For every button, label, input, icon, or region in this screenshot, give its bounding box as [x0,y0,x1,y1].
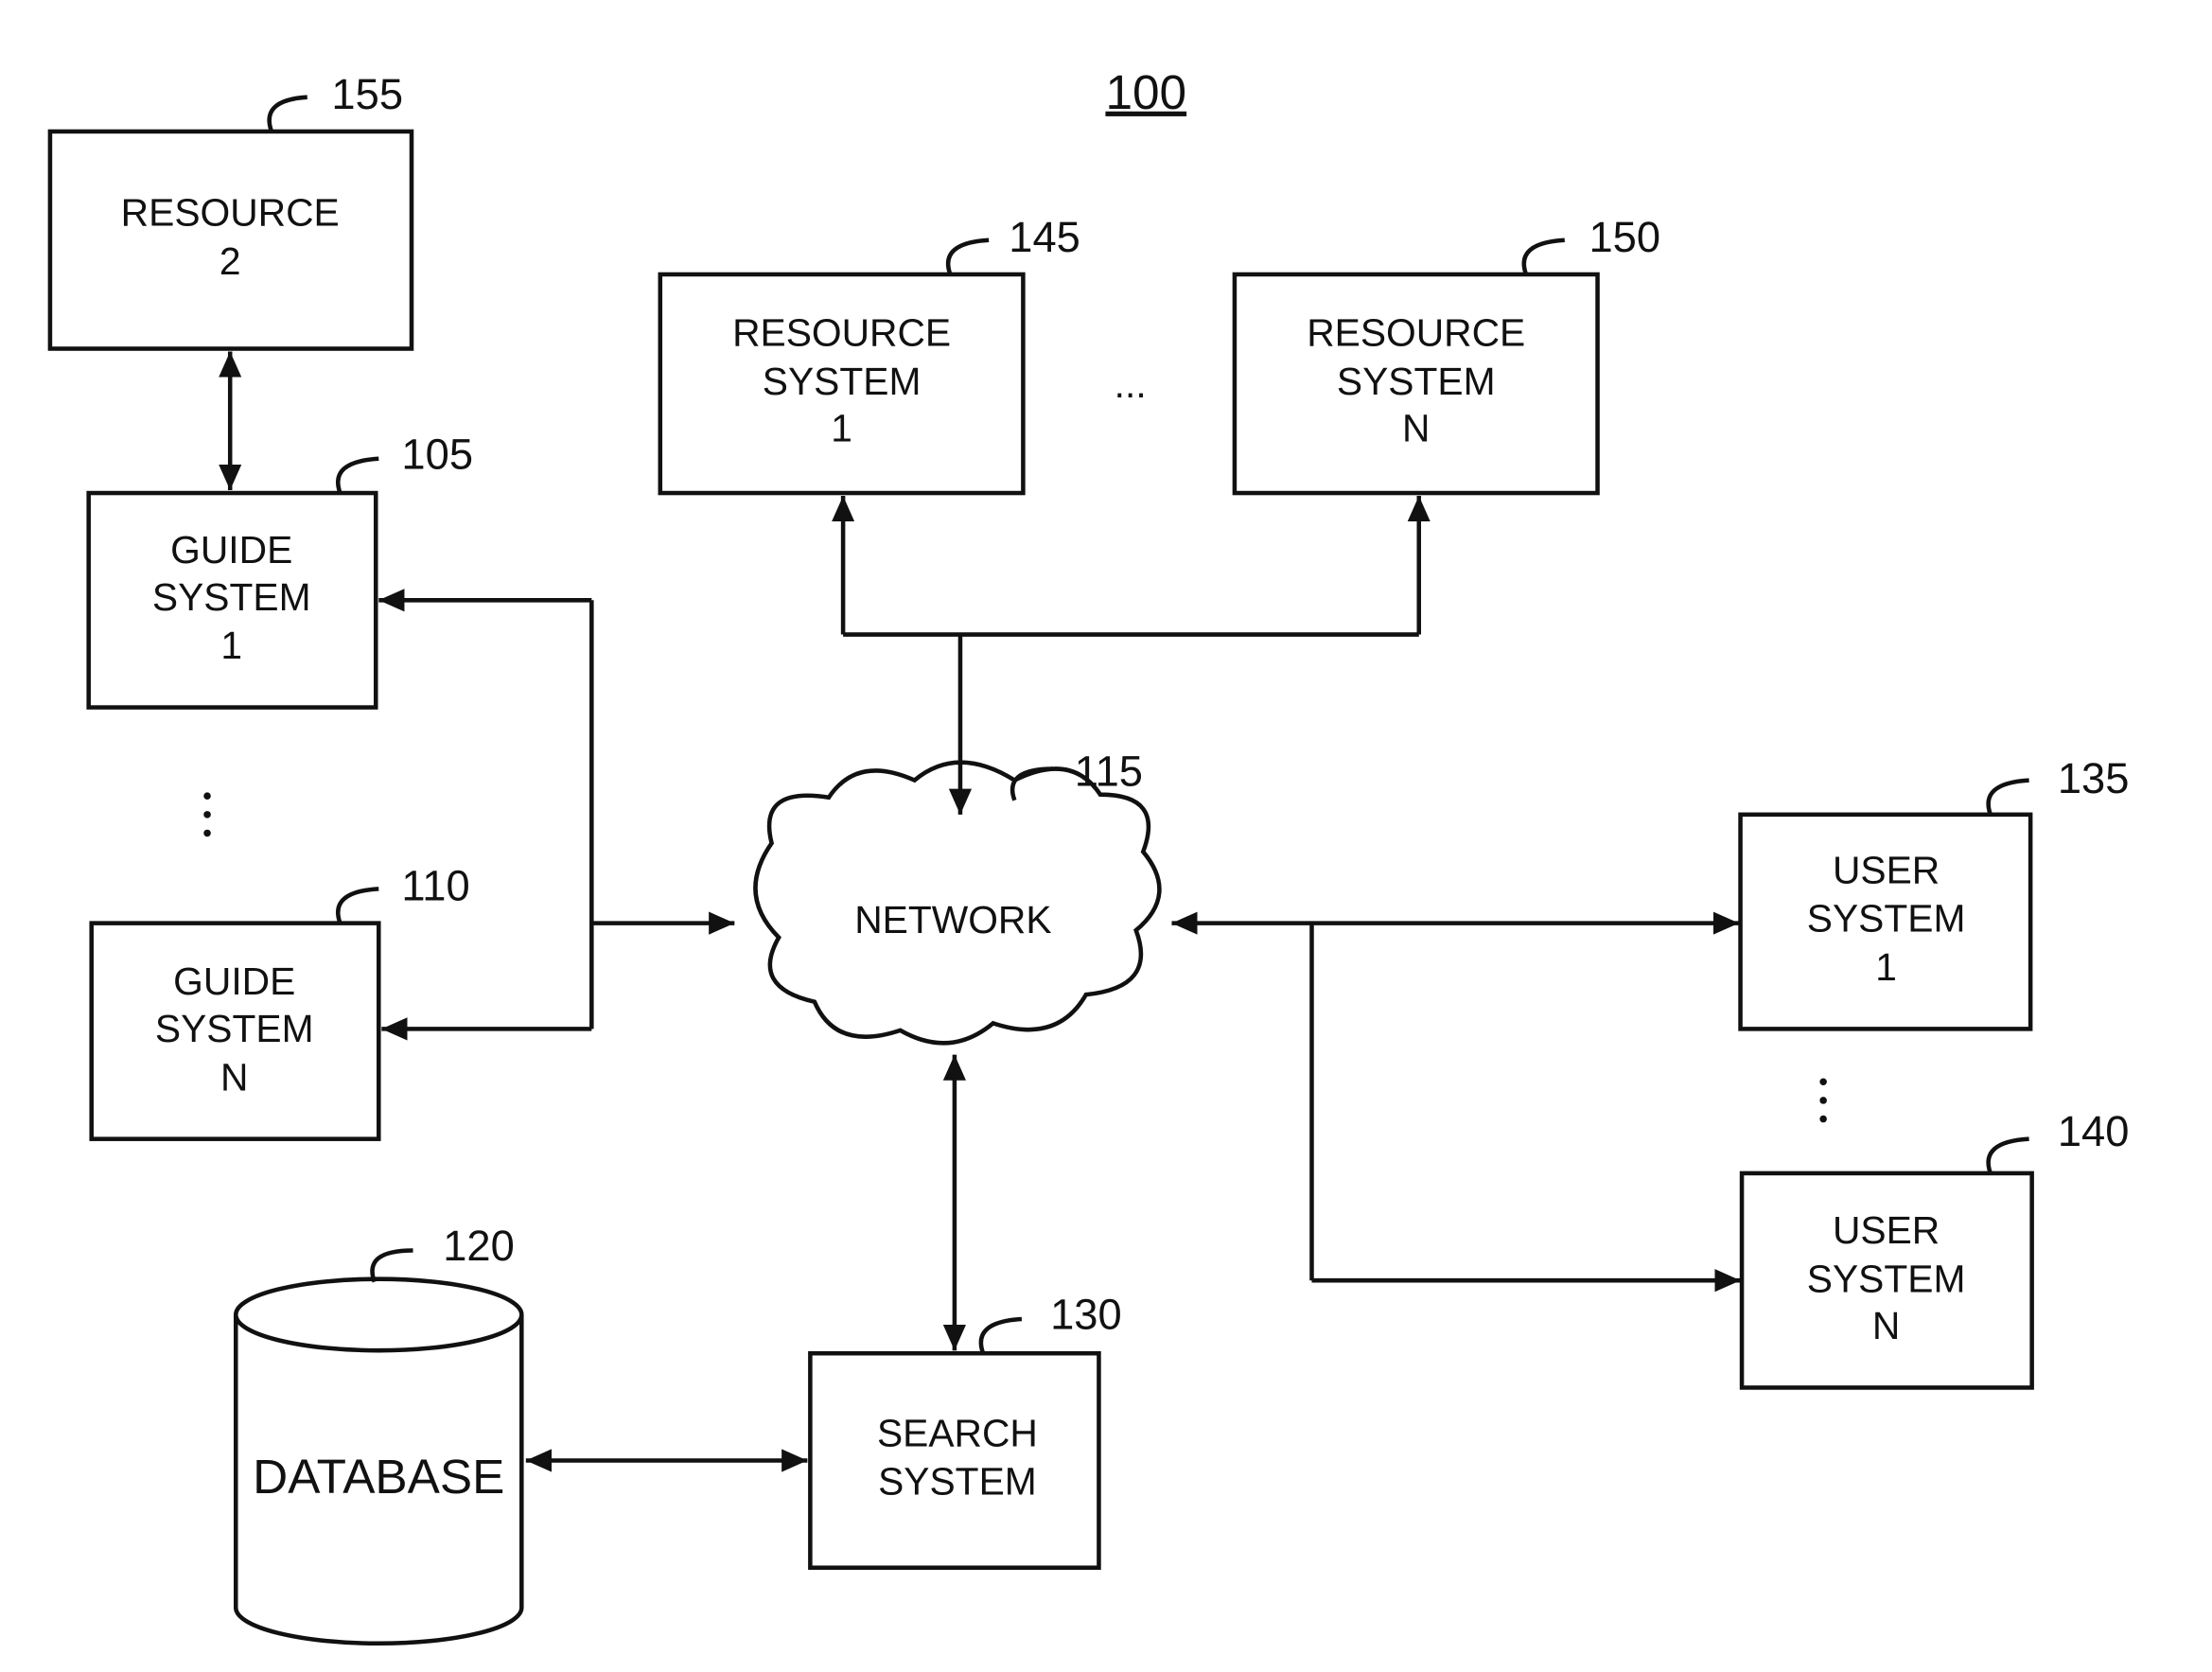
node-label: SEARCH [877,1411,1038,1454]
system-diagram: 100 RESOURCE 2 155 GUIDE SYSTEM 1 105 GU… [47,65,2130,1646]
user-ellipsis [1819,1078,1827,1123]
ref-number: 115 [1075,748,1143,796]
guide-system-1-node: GUIDE SYSTEM 1 105 [86,430,473,710]
database-node: DATABASE 120 [233,1222,524,1646]
node-label: SYSTEM [1807,897,1966,941]
node-label: N [220,1055,248,1099]
node-label: SYSTEM [1807,1257,1966,1300]
node-label: SYSTEM [1337,360,1496,403]
ref-number: 110 [401,861,469,909]
node-label: NETWORK [854,898,1051,942]
ref-number: 155 [331,70,403,118]
node-label: 1 [1875,945,1897,989]
user-system-1-node: USER SYSTEM 1 135 [1738,754,2130,1031]
resource-system-1-node: RESOURCE SYSTEM 1 145 [658,213,1080,496]
node-label: N [1402,407,1430,450]
node-label: USER [1833,1208,1940,1252]
node-label: GUIDE [173,959,295,1003]
node-label: SYSTEM [152,575,311,619]
guide-ellipsis [203,792,211,837]
ref-number: 135 [2058,754,2130,802]
resource-ellipsis: ... [1115,362,1147,406]
node-label: 1 [220,624,242,667]
figure-number: 100 [1105,65,1186,119]
node-label: RESOURCE [732,310,951,354]
node-label: N [1872,1304,1900,1347]
node-label: SYSTEM [878,1460,1037,1504]
node-label: GUIDE [170,528,292,572]
user-system-n-node: USER SYSTEM N 140 [1739,1107,2130,1390]
node-label: 1 [831,407,852,450]
node-label: USER [1833,848,1940,891]
node-label: SYSTEM [763,360,922,403]
ref-number: 140 [2058,1107,2130,1155]
ref-number: 130 [1050,1291,1122,1339]
node-label: 2 [219,239,241,283]
resource-2-node: RESOURCE 2 155 [47,70,414,351]
resource-system-n-node: RESOURCE SYSTEM N 150 [1232,213,1660,496]
node-label: RESOURCE [121,191,340,235]
ref-number: 105 [401,430,473,478]
ref-number: 145 [1009,213,1080,261]
guide-system-n-node: GUIDE SYSTEM N 110 [89,861,470,1141]
ref-number: 120 [443,1222,515,1270]
ref-number: 150 [1589,213,1660,261]
node-label: SYSTEM [155,1007,314,1050]
node-label: RESOURCE [1307,310,1525,354]
network-cloud: NETWORK 115 [753,748,1162,1046]
node-label: DATABASE [253,1450,504,1504]
search-system-node: SEARCH SYSTEM 130 [808,1291,1122,1571]
